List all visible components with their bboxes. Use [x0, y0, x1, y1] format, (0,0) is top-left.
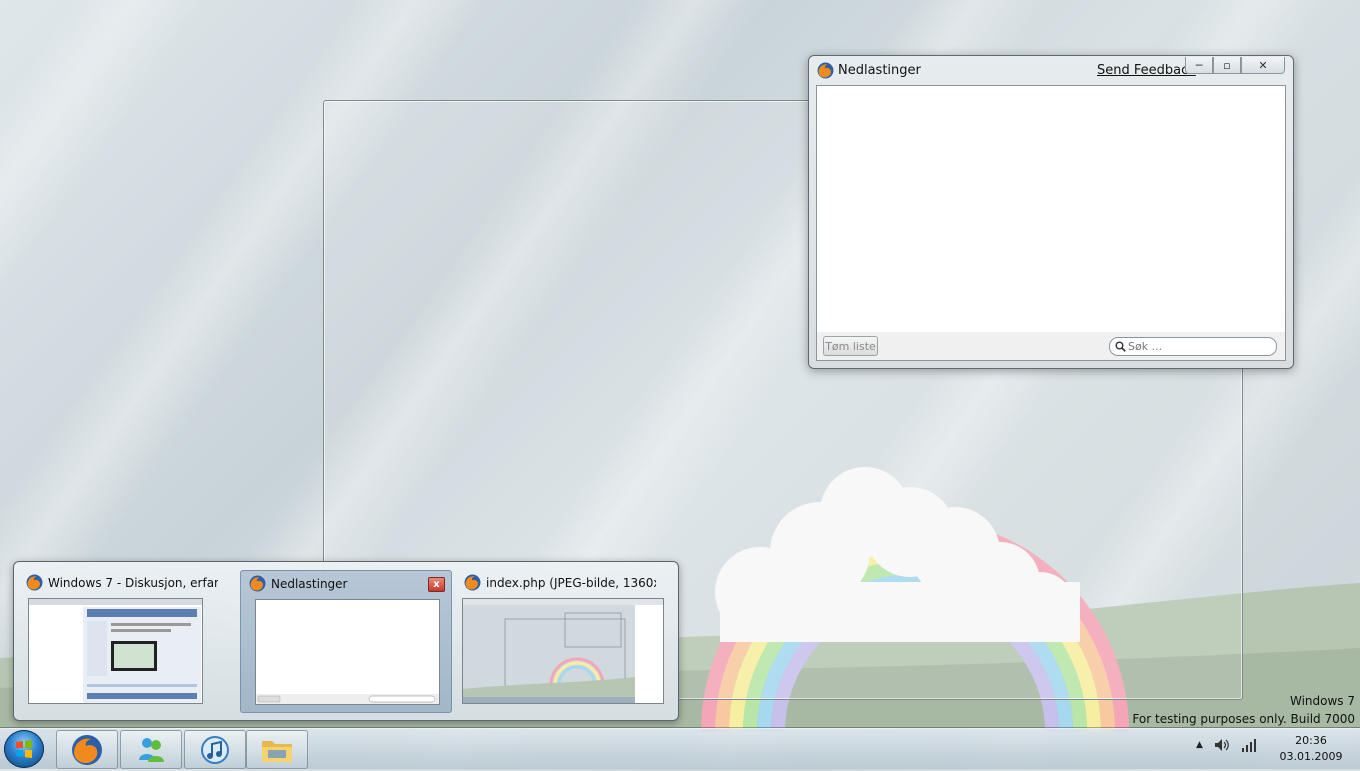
search-input[interactable]: [1128, 340, 1268, 353]
close-icon: ✕: [1258, 58, 1268, 72]
search-box[interactable]: [1109, 337, 1277, 356]
minimize-button[interactable]: ─: [1185, 57, 1213, 74]
thumbnail-title: Windows 7 - Diskusjon, erfaring...: [48, 576, 218, 590]
wallpaper-image-preview: [463, 599, 663, 703]
firefox-icon: [249, 575, 266, 592]
forum-page-preview: [29, 599, 202, 703]
send-feedback-link[interactable]: Send Feedback: [1097, 63, 1196, 78]
search-icon: [1115, 341, 1126, 352]
downloads-toolbar: Tøm liste: [816, 332, 1286, 361]
minimize-icon: ─: [1195, 58, 1203, 72]
thumbnail-preview: [462, 598, 664, 704]
thumbnail-index-php-image[interactable]: index.php (JPEG-bilde, 1360x768...: [456, 570, 666, 711]
thumbnail-close-button[interactable]: x: [428, 577, 445, 592]
itunes-icon: [201, 735, 229, 764]
firefox-icon: [26, 574, 43, 591]
downloads-window-preview: [256, 600, 439, 704]
windows-start-orb[interactable]: [4, 730, 44, 768]
thumbnail-title: Nedlastinger: [271, 577, 348, 591]
explorer-folder-icon: [262, 740, 292, 762]
thumbnail-preview: [28, 598, 203, 704]
downloads-window: Nedlastinger Send Feedback ─ ▫ ✕ Tøm lis…: [808, 55, 1294, 369]
clear-list-button[interactable]: Tøm liste: [823, 336, 878, 356]
thumbnail-downloads[interactable]: Nedlastinger x: [240, 570, 452, 713]
firefox-icon: [464, 574, 481, 591]
taskbar-itunes-button[interactable]: [184, 730, 246, 769]
build-watermark-text: For testing purposes only. Build 7000: [1132, 712, 1355, 726]
firefox-icon: [72, 734, 102, 765]
messenger-icon: [139, 737, 164, 762]
window-controls: ─ ▫ ✕: [1185, 57, 1285, 74]
show-hidden-icons-button[interactable]: ▲: [1196, 740, 1203, 750]
volume-icon[interactable]: [1213, 737, 1231, 753]
maximize-icon: ▫: [1223, 58, 1231, 72]
build-watermark-title: Windows 7: [1289, 694, 1355, 708]
windows-logo-icon: [16, 740, 32, 758]
taskbar-explorer-button[interactable]: [246, 730, 308, 769]
window-title: Nedlastinger: [838, 63, 921, 78]
taskbar-messenger-button[interactable]: [120, 730, 182, 769]
clock-time: 20:36: [1295, 734, 1327, 747]
clock[interactable]: 20:36 03.01.2009: [1268, 733, 1354, 765]
taskbar-firefox-button[interactable]: [56, 730, 118, 769]
network-signal-icon[interactable]: [1241, 738, 1257, 752]
taskbar: ▲ 20:36 03.01.2009: [0, 728, 1360, 769]
downloads-list[interactable]: [816, 85, 1286, 333]
firefox-icon: [817, 62, 834, 79]
maximize-button[interactable]: ▫: [1213, 57, 1241, 74]
thumbnail-windows7-forum[interactable]: Windows 7 - Diskusjon, erfaring...: [18, 570, 228, 711]
taskbar-thumbnail-flyout: Windows 7 - Diskusjon, erfaring... Nedla…: [13, 561, 679, 721]
close-button[interactable]: ✕: [1241, 57, 1285, 74]
thumbnail-preview: [255, 599, 440, 705]
system-tray: ▲: [1196, 737, 1257, 753]
clock-date: 03.01.2009: [1279, 750, 1343, 763]
thumbnail-title: index.php (JPEG-bilde, 1360x768...: [486, 576, 656, 590]
